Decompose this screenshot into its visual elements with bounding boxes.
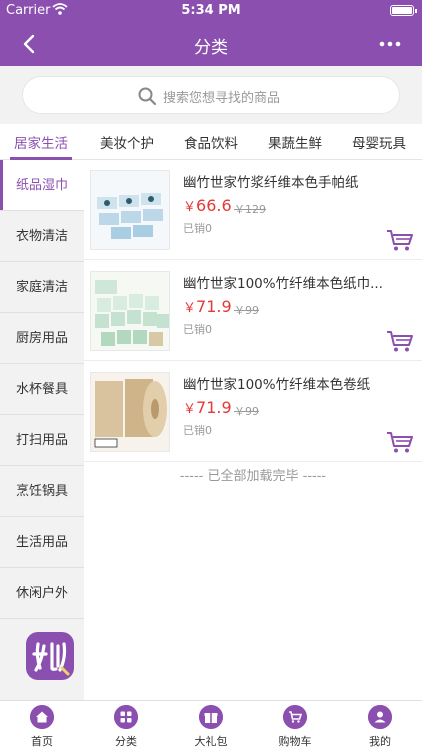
tab-fresh-produce[interactable]: 果蔬生鲜	[268, 132, 322, 152]
product-card[interactable]: 幽竹世家100%竹纤维本色卷纸 ￥71.9 ￥99 已销0	[84, 362, 422, 462]
tab-beauty-care[interactable]: 美妆个护	[100, 132, 154, 152]
tab-bar-category[interactable]: 分类	[84, 701, 168, 750]
category-icon	[114, 705, 138, 729]
nav-bar: 分类	[0, 22, 422, 66]
product-image	[90, 372, 170, 452]
sidebar-item-outdoor[interactable]: 休闲户外	[0, 568, 84, 619]
status-bar: Carrier 5:34 PM	[0, 0, 422, 22]
product-price: ￥71.9	[183, 297, 232, 316]
tab-bar-label: 分类	[115, 735, 137, 748]
tab-home-living[interactable]: 居家生活	[14, 132, 68, 152]
sidebar-item-cleaning-tools[interactable]: 打扫用品	[0, 415, 84, 466]
app-logo[interactable]	[24, 630, 76, 682]
product-original-price: ￥129	[234, 203, 266, 216]
subcategory-sidebar: 纸品湿巾 衣物清洁 家庭清洁 厨房用品 水杯餐具 打扫用品 烹饪锅具 生活用品 …	[0, 160, 84, 700]
sidebar-item-kitchen[interactable]: 厨房用品	[0, 313, 84, 364]
product-image	[90, 170, 170, 250]
tab-bar-home[interactable]: 首页	[0, 701, 84, 750]
product-list: 幽竹世家竹浆纤维本色手帕纸 ￥66.6 ￥129 已销0 幽竹世家100%竹纤维…	[84, 160, 422, 700]
sidebar-item-cookware[interactable]: 烹饪锅具	[0, 466, 84, 517]
page-title: 分类	[194, 38, 228, 58]
product-name: 幽竹世家竹浆纤维本色手帕纸	[183, 175, 359, 191]
add-to-cart-icon[interactable]	[386, 329, 414, 353]
user-icon	[368, 705, 392, 729]
add-to-cart-icon[interactable]	[386, 228, 414, 252]
sidebar-item-laundry[interactable]: 衣物清洁	[0, 211, 84, 262]
tab-baby-toys[interactable]: 母婴玩具	[352, 132, 406, 152]
battery-icon	[390, 5, 417, 16]
tab-bar-label: 大礼包	[194, 735, 228, 748]
search-placeholder: 搜索您想寻找的商品	[163, 91, 281, 106]
product-name: 幽竹世家100%竹纤维本色卷纸	[183, 377, 371, 393]
product-image	[90, 271, 170, 351]
tab-bar-profile[interactable]: 我的	[338, 701, 422, 750]
search-icon	[138, 87, 157, 106]
add-to-cart-icon[interactable]	[386, 430, 414, 454]
product-sold-count: 已销0	[183, 222, 212, 235]
category-tabs: 居家生活 美妆个护 食品饮料 果蔬生鲜 母婴玩具	[0, 124, 422, 160]
sidebar-item-cups-tableware[interactable]: 水杯餐具	[0, 364, 84, 415]
more-options-icon[interactable]	[376, 32, 404, 56]
product-price: ￥66.6	[183, 196, 232, 215]
cart-icon	[283, 705, 307, 729]
sidebar-item-home-cleaning[interactable]: 家庭清洁	[0, 262, 84, 313]
sidebar-item-paper-wipes[interactable]: 纸品湿巾	[0, 160, 84, 211]
tab-bar-gift[interactable]: 大礼包	[169, 701, 253, 750]
search-input[interactable]: 搜索您想寻找的商品	[22, 76, 400, 114]
product-sold-count: 已销0	[183, 424, 212, 437]
gift-icon	[199, 705, 223, 729]
home-icon	[30, 705, 54, 729]
status-time: 5:34 PM	[181, 3, 241, 18]
tab-bar-cart[interactable]: 购物车	[253, 701, 337, 750]
product-card[interactable]: 幽竹世家竹浆纤维本色手帕纸 ￥66.6 ￥129 已销0	[84, 160, 422, 260]
sidebar-item-daily-goods[interactable]: 生活用品	[0, 517, 84, 568]
product-sold-count: 已销0	[183, 323, 212, 336]
product-original-price: ￥99	[234, 405, 259, 418]
list-end-message: ----- 已全部加载完毕 -----	[179, 469, 327, 484]
tab-bar-label: 购物车	[278, 735, 312, 748]
tab-bar-label: 我的	[369, 735, 391, 748]
product-price: ￥71.9	[183, 398, 232, 417]
product-card[interactable]: 幽竹世家100%竹纤维本色纸巾... ￥71.9 ￥99 已销0	[84, 261, 422, 361]
bottom-tab-bar: 首页 分类 大礼包 购物车 我的	[0, 700, 422, 750]
search-section: 搜索您想寻找的商品	[0, 66, 422, 124]
tab-bar-label: 首页	[31, 735, 53, 748]
product-original-price: ￥99	[234, 304, 259, 317]
product-name: 幽竹世家100%竹纤维本色纸巾...	[183, 276, 383, 292]
tab-food-drink[interactable]: 食品饮料	[184, 132, 238, 152]
